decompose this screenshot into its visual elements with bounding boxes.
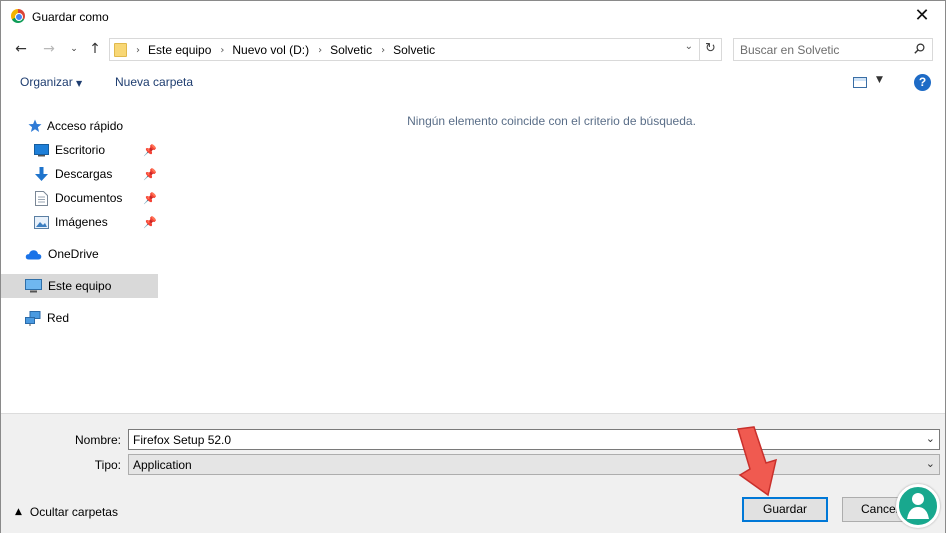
file-type-select[interactable]: Application ⌄ xyxy=(128,454,940,475)
caret-up-icon: ▲ xyxy=(15,507,22,517)
organize-menu[interactable]: Organizar ▼ xyxy=(20,75,82,89)
forward-button[interactable]: → xyxy=(39,38,59,60)
command-bar: Organizar ▼ Nueva carpeta ▼ ? xyxy=(1,69,945,95)
caret-down-icon: ▼ xyxy=(76,79,83,88)
sidebar-item-label: Escritorio xyxy=(55,143,106,157)
folder-icon xyxy=(114,43,127,57)
sidebar-item-label: Red xyxy=(47,311,70,325)
search-icon[interactable] xyxy=(914,43,925,54)
breadcrumb-item[interactable]: Solvetic xyxy=(330,43,372,57)
search-box[interactable] xyxy=(733,38,933,61)
chrome-icon xyxy=(11,9,25,23)
pictures-icon xyxy=(34,215,49,229)
pin-icon[interactable]: 📌 xyxy=(143,144,157,157)
sidebar-item-label: Este equipo xyxy=(48,279,112,293)
chevron-down-icon[interactable]: ⌄ xyxy=(685,41,693,52)
sidebar-item-label: Acceso rápido xyxy=(47,119,124,133)
file-type-label: Tipo: xyxy=(94,458,121,472)
annotation-arrow xyxy=(737,426,778,497)
navigation-bar: ← → ⌄ ↑ › Este equipo › Nuevo vol (D:) ›… xyxy=(1,34,945,64)
desktop-icon xyxy=(34,143,49,156)
sidebar-item-label: Documentos xyxy=(55,191,123,205)
cloud-icon xyxy=(25,249,42,259)
sidebar-item-escritorio[interactable]: Escritorio 📌 xyxy=(1,138,158,162)
navigation-pane: Acceso rápido Escritorio 📌 Descargas 📌 D… xyxy=(1,109,158,411)
person-icon xyxy=(907,493,929,519)
refresh-icon[interactable]: ↻ xyxy=(699,39,721,60)
breadcrumb: › Este equipo › Nuevo vol (D:) › Solveti… xyxy=(136,43,436,57)
star-icon xyxy=(28,119,42,132)
back-button[interactable]: ← xyxy=(11,38,31,60)
search-input[interactable] xyxy=(740,42,900,57)
help-icon[interactable]: ? xyxy=(914,74,931,91)
new-folder-button[interactable]: Nueva carpeta xyxy=(115,75,193,89)
network-icon xyxy=(25,310,41,326)
chevron-down-icon: ⌄ xyxy=(925,457,935,470)
file-type-value: Application xyxy=(133,458,192,472)
breadcrumb-item[interactable]: Nuevo vol (D:) xyxy=(232,43,309,57)
computer-icon xyxy=(25,279,42,293)
sidebar-item-label: Imágenes xyxy=(55,215,108,229)
pin-icon[interactable]: 📌 xyxy=(143,192,157,205)
save-button[interactable]: Guardar xyxy=(742,497,828,522)
title-bar: Guardar como ✕ xyxy=(1,1,945,32)
pin-icon[interactable]: 📌 xyxy=(143,216,157,229)
sidebar-item-label: OneDrive xyxy=(48,247,99,261)
recent-locations-button[interactable]: ⌄ xyxy=(64,38,84,60)
close-button[interactable]: ✕ xyxy=(907,5,937,27)
sidebar-item-onedrive[interactable]: OneDrive xyxy=(1,242,158,266)
sidebar-item-descargas[interactable]: Descargas 📌 xyxy=(1,162,158,186)
sidebar-item-label: Descargas xyxy=(55,167,113,181)
sidebar-item-documentos[interactable]: Documentos 📌 xyxy=(1,186,158,210)
up-button[interactable]: ↑ xyxy=(85,38,105,60)
save-options-panel: Nombre: ⌄ Tipo: Application ⌄ ▲ Ocultar … xyxy=(1,413,945,533)
sidebar-item-quick-access[interactable]: Acceso rápido xyxy=(1,114,158,138)
save-as-dialog: Guardar como ✕ ← → ⌄ ↑ › Este equipo › N… xyxy=(0,0,946,533)
caret-down-icon[interactable]: ▼ xyxy=(876,75,883,85)
breadcrumb-item[interactable]: Solvetic xyxy=(393,43,435,57)
empty-results-message: Ningún elemento coincide con el criterio… xyxy=(407,114,696,128)
document-icon xyxy=(35,190,48,206)
download-icon xyxy=(35,166,48,181)
sidebar-item-este-equipo[interactable]: Este equipo xyxy=(1,274,158,298)
hide-folders-toggle[interactable]: ▲ Ocultar carpetas xyxy=(15,505,118,519)
sidebar-item-red[interactable]: Red xyxy=(1,306,158,330)
view-options-icon[interactable] xyxy=(853,77,867,88)
hide-folders-label: Ocultar carpetas xyxy=(29,505,118,519)
address-bar[interactable]: › Este equipo › Nuevo vol (D:) › Solveti… xyxy=(109,38,722,61)
chevron-down-icon[interactable]: ⌄ xyxy=(926,432,935,445)
breadcrumb-item[interactable]: Este equipo xyxy=(148,43,211,57)
file-name-label: Nombre: xyxy=(74,433,121,447)
file-name-field[interactable]: ⌄ xyxy=(128,429,940,450)
logo xyxy=(896,484,940,528)
pin-icon[interactable]: 📌 xyxy=(143,168,157,181)
file-list[interactable]: Ningún elemento coincide con el criterio… xyxy=(158,109,945,411)
sidebar-item-imagenes[interactable]: Imágenes 📌 xyxy=(1,210,158,234)
window-title: Guardar como xyxy=(32,10,109,24)
